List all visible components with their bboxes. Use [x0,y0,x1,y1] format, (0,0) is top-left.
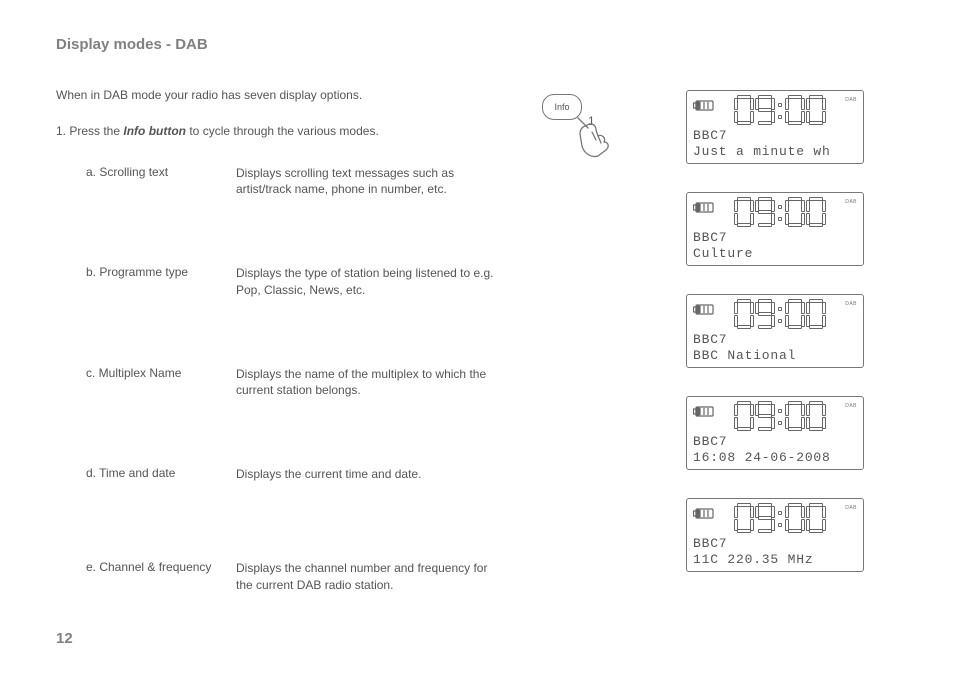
page-title: Display modes - DAB [56,36,208,53]
lcd-display: DAB BBC7Culture [686,192,864,266]
dab-indicator: DAB [845,403,857,409]
intro-text: When in DAB mode your radio has seven di… [56,88,362,102]
dab-indicator: DAB [845,301,857,307]
battery-icon [693,508,715,520]
lcd-info-line: Culture [693,246,857,262]
step-1-bold: Info button [123,124,186,138]
mode-desc: Displays the name of the multiplex to wh… [236,366,496,398]
list-item: e. Channel & frequency Displays the chan… [86,560,506,592]
mode-desc: Displays the type of station being liste… [236,265,496,297]
step-1-prefix: 1. Press the [56,124,123,138]
lcd-displays: DABBBC7Just a minute whDABBBC7CultureDAB… [686,90,864,600]
step-1: 1. Press the Info button to cycle throug… [56,124,379,138]
lcd-station: BBC7 [693,332,857,348]
lcd-station: BBC7 [693,230,857,246]
lcd-info-line: BBC National [693,348,857,364]
dab-indicator: DAB [845,199,857,205]
mode-desc: Displays the channel number and frequenc… [236,560,496,592]
lcd-station: BBC7 [693,128,857,144]
lcd-info-line: 11C 220.35 MHz [693,552,857,568]
lcd-station: BBC7 [693,434,857,450]
lcd-station: BBC7 [693,536,857,552]
mode-label: c. Multiplex Name [86,366,236,398]
mode-label: a. Scrolling text [86,165,236,197]
dab-indicator: DAB [845,505,857,511]
mode-desc: Displays the current time and date. [236,466,496,482]
lcd-info-line: Just a minute wh [693,144,857,160]
battery-icon [693,202,715,214]
lcd-display: DAB BBC7BBC National [686,294,864,368]
battery-icon [693,100,715,112]
mode-label: d. Time and date [86,466,236,482]
modes-list: a. Scrolling text Displays scrolling tex… [86,165,506,661]
list-item: a. Scrolling text Displays scrolling tex… [86,165,506,197]
mode-label: e. Channel & frequency [86,560,236,592]
mode-label: b. Programme type [86,265,236,297]
battery-icon [693,304,715,316]
list-item: c. Multiplex Name Displays the name of t… [86,366,506,398]
step-1-suffix: to cycle through the various modes. [186,124,379,138]
hand-press-icon [568,110,618,160]
list-item: d. Time and date Displays the current ti… [86,466,506,482]
battery-icon [693,406,715,418]
lcd-display: DAB BBC711C 220.35 MHz [686,498,864,572]
lcd-info-line: 16:08 24-06-2008 [693,450,857,466]
mode-desc: Displays scrolling text messages such as… [236,165,496,197]
page-number: 12 [56,630,73,647]
dab-indicator: DAB [845,97,857,103]
lcd-display: DAB BBC716:08 24-06-2008 [686,396,864,470]
info-button-illustration: Info 1 [540,92,640,162]
lcd-display: DAB BBC7Just a minute wh [686,90,864,164]
list-item: b. Programme type Displays the type of s… [86,265,506,297]
